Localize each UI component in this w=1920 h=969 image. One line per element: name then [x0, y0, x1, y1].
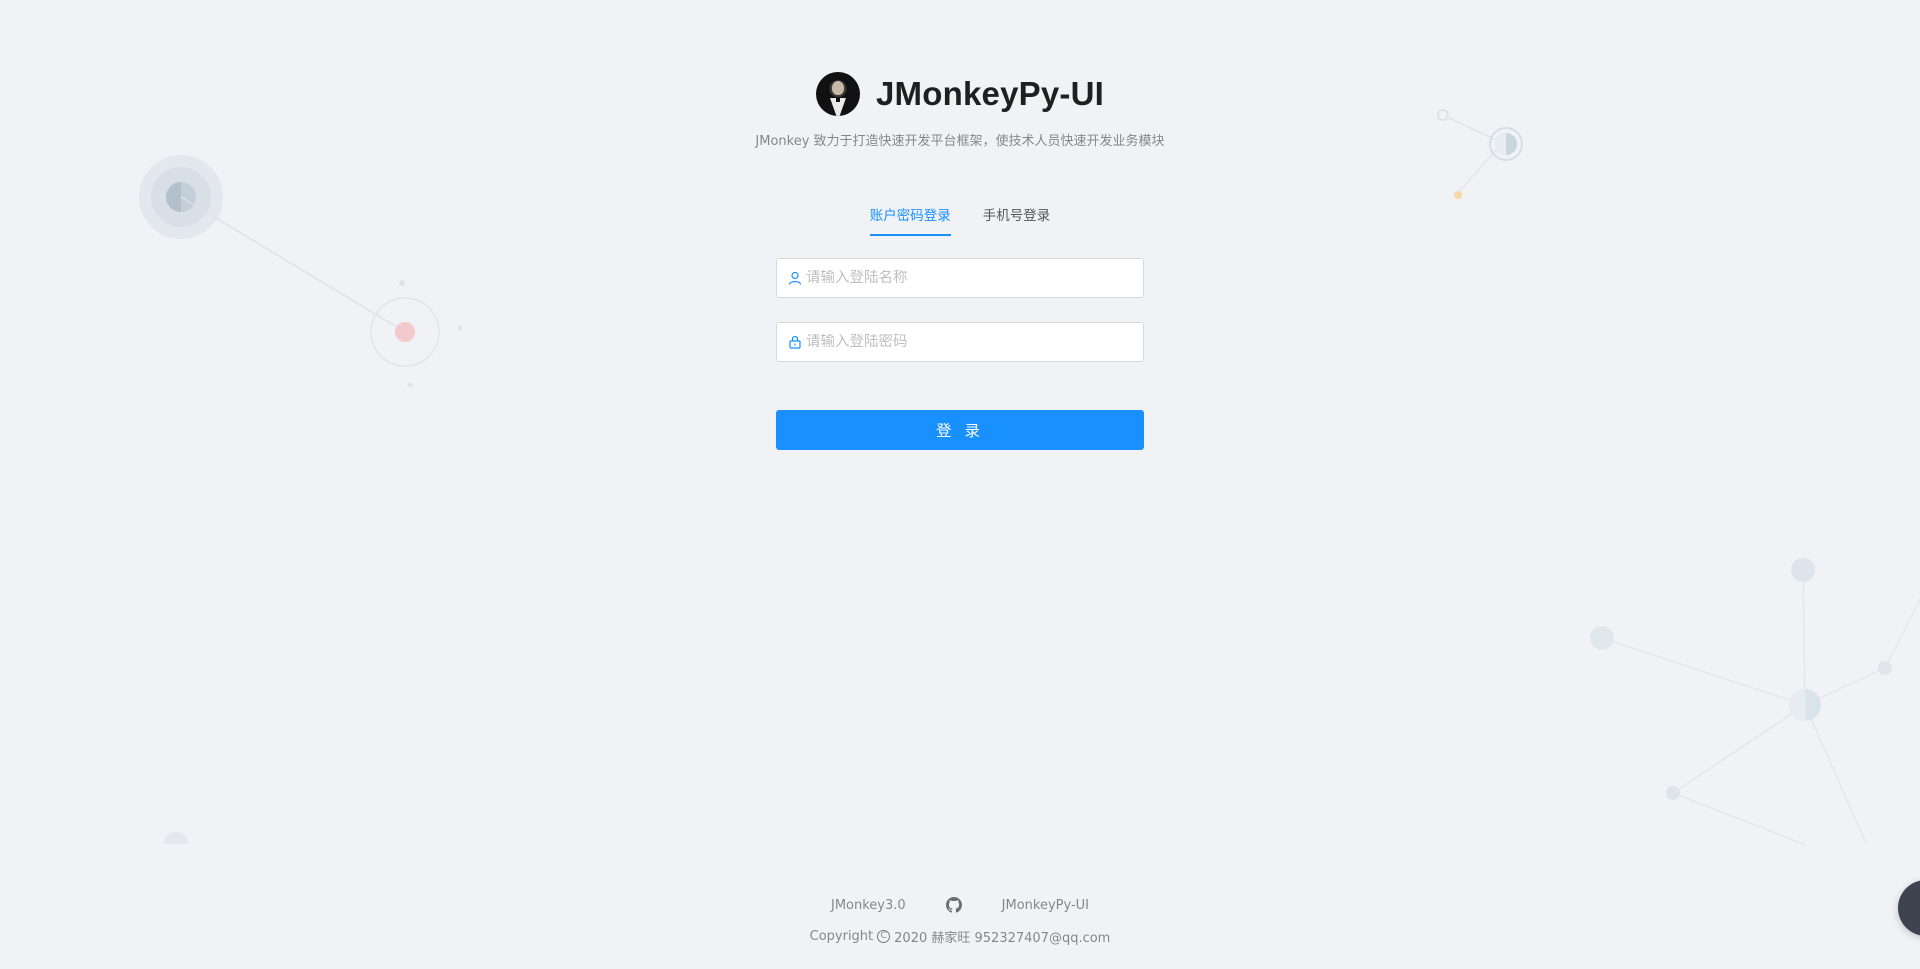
footer-link-jmonkeypy-ui[interactable]: JMonkeyPy-UI: [1002, 898, 1089, 913]
copyright-text: 2020 赫家旺 952327407@qq.com: [894, 931, 1111, 946]
copyright-prefix: Copyright: [809, 929, 874, 944]
user-icon: [788, 271, 802, 285]
username-field[interactable]: [776, 258, 1144, 298]
username-input[interactable]: [806, 270, 1132, 286]
page-footer: JMonkey3.0 JMonkeyPy-UI Copyright C 2020…: [0, 895, 1920, 946]
brand: JMonkeyPy-UI: [816, 72, 1104, 116]
tab-account-login[interactable]: 账户密码登录: [869, 196, 951, 236]
github-icon[interactable]: [945, 897, 962, 913]
login-form: 账户密码登录 手机号登录 登 录: [776, 196, 1144, 450]
footer-links: JMonkey3.0 JMonkeyPy-UI: [811, 895, 1109, 915]
page-header: JMonkeyPy-UI JMonkey 致力于打造快速开发平台框架，使技术人员…: [0, 72, 1920, 149]
password-field[interactable]: [776, 322, 1144, 362]
copyright-icon: C: [877, 930, 891, 943]
logo-avatar: [816, 72, 860, 116]
app-title: JMonkeyPy-UI: [876, 75, 1104, 112]
login-tabs: 账户密码登录 手机号登录: [776, 196, 1144, 236]
app-description: JMonkey 致力于打造快速开发平台框架，使技术人员快速开发业务模块: [755, 134, 1165, 149]
footer-link-jmonkey[interactable]: JMonkey3.0: [831, 898, 906, 913]
tab-phone-login[interactable]: 手机号登录: [983, 196, 1051, 236]
login-button[interactable]: 登 录: [776, 410, 1144, 450]
lock-icon: [789, 335, 801, 349]
password-input[interactable]: [806, 334, 1132, 350]
copyright: Copyright C 2020 赫家旺 952327407@qq.com: [810, 927, 1111, 946]
